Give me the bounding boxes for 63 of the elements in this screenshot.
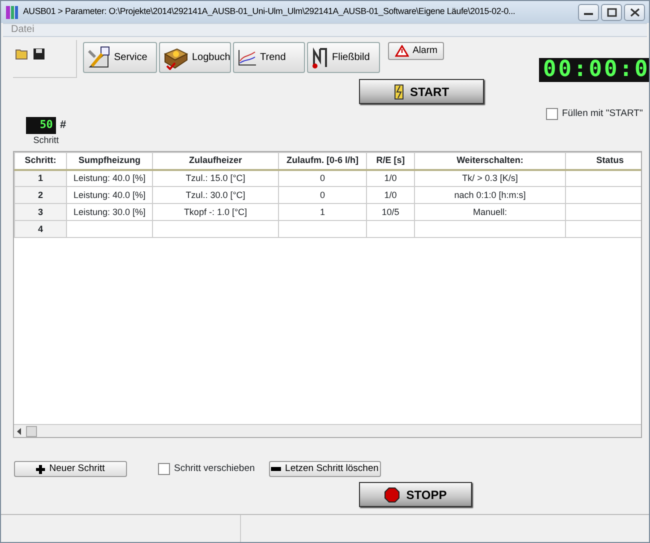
maximize-button[interactable] [601, 4, 622, 20]
flow-icon [311, 46, 329, 68]
close-icon [630, 8, 640, 16]
column-header[interactable]: R/E [s] [366, 152, 414, 170]
column-header[interactable]: Zulaufm. [0-6 l/h] [278, 152, 366, 170]
unit-label: # [60, 118, 66, 134]
stop-sign-icon [384, 486, 400, 503]
scroll-thumb[interactable] [26, 426, 37, 437]
step-label: Schritt [33, 134, 59, 147]
close-button[interactable] [624, 4, 645, 20]
step-counter-display: 50 [26, 117, 56, 134]
scroll-left-icon[interactable] [17, 428, 22, 435]
horizontal-scrollbar[interactable] [14, 424, 641, 438]
service-icon [87, 46, 111, 70]
lightning-icon [394, 84, 404, 100]
table-cell: 0 [278, 186, 366, 204]
checkbox[interactable] [546, 108, 558, 120]
start-button[interactable]: START [359, 79, 484, 104]
column-header[interactable]: Sumpfheizung [66, 152, 152, 170]
new-step-button[interactable]: Neuer Schritt [14, 461, 127, 478]
logbook-icon [163, 46, 189, 70]
service-button[interactable]: Service [83, 42, 157, 73]
maximize-icon [606, 8, 616, 16]
checkbox[interactable] [158, 463, 170, 476]
column-header[interactable]: Weiterschalten: [414, 152, 566, 170]
table-cell: Leistung: 40.0 [%] [66, 170, 152, 187]
row-header[interactable]: 2 [14, 186, 66, 204]
checkbox-label: Schritt verschieben [174, 462, 255, 476]
minus-icon [271, 467, 282, 472]
app-icon [5, 4, 19, 20]
flow-button[interactable]: Fließbild [307, 42, 380, 73]
table-cell: nach 0:1:0 [h:m:s] [414, 186, 566, 204]
trend-icon [237, 48, 257, 66]
table-cell: 0 [278, 170, 366, 187]
column-header[interactable]: Status [566, 152, 641, 170]
row-header[interactable]: 4 [14, 220, 66, 238]
logbook-button[interactable]: Logbuch [159, 42, 231, 73]
table-cell: 1 [278, 204, 366, 221]
table-cell: Leistung: 30.0 [%] [66, 204, 152, 221]
plus-icon [36, 464, 46, 474]
table-cell: 1/0 [366, 170, 414, 187]
column-header[interactable]: Schritt: [14, 152, 66, 170]
delete-step-button[interactable]: Letzen Schritt löschen [268, 461, 381, 478]
row-header[interactable]: 3 [14, 204, 66, 221]
table-cell: Tkopf -: 1.0 [°C] [152, 204, 278, 221]
checkbox-label: Füllen mit "START" [562, 107, 643, 121]
stop-button[interactable]: STOPP [359, 482, 472, 508]
minimize-button[interactable] [578, 4, 599, 20]
table-cell: Tzul.: 30.0 [°C] [152, 186, 278, 204]
timer-display: 00:00:0 [539, 58, 649, 82]
table-cell [366, 220, 414, 238]
save-icon[interactable] [33, 46, 45, 62]
warning-icon [394, 45, 409, 57]
table-cell: Manuell: [414, 204, 566, 221]
table-cell: 1/0 [366, 186, 414, 204]
trend-button[interactable]: Trend [233, 42, 305, 73]
table-cell: Leistung: 40.0 [%] [66, 186, 152, 204]
alarm-button[interactable]: Alarm [388, 42, 444, 60]
table-cell: 10/5 [366, 204, 414, 221]
table-cell: Tzul.: 15.0 [°C] [152, 170, 278, 187]
column-header[interactable]: Zulaufheizer [152, 152, 278, 170]
window-title: AUSB01 > Parameter: O:\Projekte\2014\292141A_AUSB-01_Uni-Ulm_Ulm\292141A_AUSB-01_Software\Eigene Läufe\2015-02-0... [23, 5, 516, 18]
table-cell: Tk/ > 0.3 [K/s] [414, 170, 566, 187]
